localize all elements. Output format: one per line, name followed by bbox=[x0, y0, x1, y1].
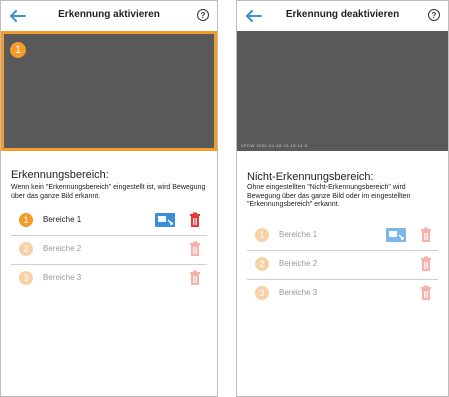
section-description: Wenn kein "Erkennungsbereich" eingestell… bbox=[11, 184, 206, 200]
area-label: Bereiche 3 bbox=[279, 288, 318, 297]
area-label: Bereiche 3 bbox=[43, 273, 82, 282]
trash-icon[interactable] bbox=[420, 256, 432, 272]
area-number-badge: 1 bbox=[19, 213, 33, 227]
area-number-badge: 2 bbox=[19, 242, 33, 256]
area-label: Bereiche 1 bbox=[43, 215, 82, 224]
top-bar: Erkennung deaktivieren ? bbox=[237, 1, 448, 32]
trash-icon[interactable] bbox=[420, 227, 432, 243]
video-preview[interactable]: VFCW 2021-01-18 21:15:14 8 bbox=[237, 31, 448, 151]
video-timestamp: VFCW 2021-01-18 21:15:14 8 bbox=[241, 143, 308, 148]
phone-screen-deactivate: Erkennung deaktivieren ? VFCW 2021-01-18… bbox=[236, 0, 449, 397]
section-title: Erkennungsbereich: bbox=[11, 169, 109, 181]
area-row-1[interactable]: 1 Bereiche 1 bbox=[11, 206, 207, 236]
area-number-badge: 3 bbox=[255, 286, 269, 300]
page-title: Erkennung deaktivieren bbox=[285, 9, 400, 20]
area-row-3[interactable]: 3 Bereiche 3 bbox=[11, 264, 207, 293]
area-row-2[interactable]: 2 Bereiche 2 bbox=[11, 235, 207, 265]
area-row-1[interactable]: 1 Bereiche 1 bbox=[247, 221, 438, 251]
area-label: Bereiche 2 bbox=[43, 244, 82, 253]
area-label: Bereiche 2 bbox=[279, 259, 318, 268]
phone-screen-activate: Erkennung aktivieren ? 1 Erkennungsberei… bbox=[0, 0, 218, 397]
top-bar: Erkennung aktivieren ? bbox=[1, 1, 217, 32]
selected-zone-badge: 1 bbox=[10, 42, 26, 58]
help-icon[interactable]: ? bbox=[428, 9, 440, 21]
back-arrow-icon[interactable] bbox=[9, 10, 27, 22]
area-number-badge: 2 bbox=[255, 257, 269, 271]
section-description: Ohne eingestellten "Nicht-Erkennungsbere… bbox=[247, 184, 411, 208]
trash-icon[interactable] bbox=[189, 212, 201, 228]
help-icon[interactable]: ? bbox=[197, 9, 209, 21]
trash-icon[interactable] bbox=[189, 270, 201, 286]
section-title: Nicht-Erkennungsbereich: bbox=[247, 171, 374, 183]
video-preview[interactable]: 1 bbox=[1, 31, 217, 151]
area-row-3[interactable]: 3 Bereiche 3 bbox=[247, 279, 438, 308]
area-row-2[interactable]: 2 Bereiche 2 bbox=[247, 250, 438, 280]
page-title: Erkennung aktivieren bbox=[58, 9, 160, 20]
trash-icon[interactable] bbox=[420, 285, 432, 301]
back-arrow-icon[interactable] bbox=[245, 10, 263, 22]
area-number-badge: 1 bbox=[255, 228, 269, 242]
trash-icon[interactable] bbox=[189, 241, 201, 257]
area-number-badge: 3 bbox=[19, 271, 33, 285]
area-label: Bereiche 1 bbox=[279, 230, 318, 239]
area-edit-icon[interactable] bbox=[155, 213, 175, 227]
area-edit-icon[interactable] bbox=[386, 228, 406, 242]
